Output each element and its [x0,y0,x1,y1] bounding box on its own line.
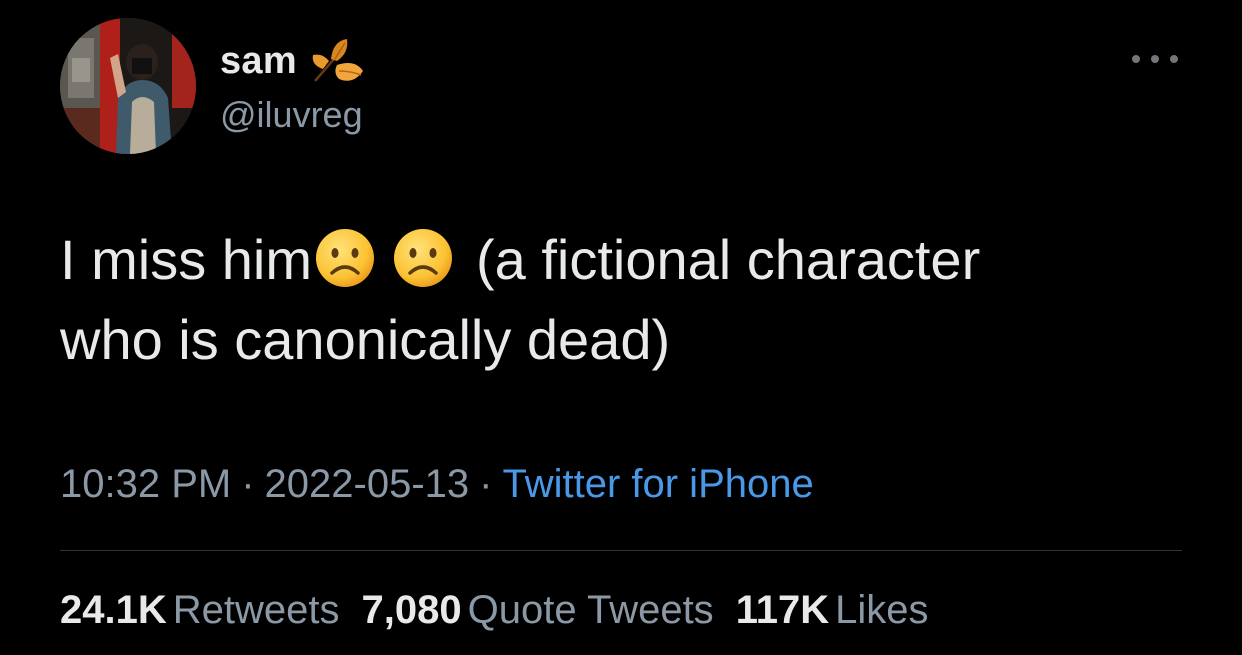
tweet-text: I miss him (a fictional character who is … [60,220,1180,380]
tweet-detail: sam @iluvreg I miss him (a fictional char… [0,0,1242,655]
autumn-leaves-icon [309,35,367,87]
more-dot [1132,55,1140,63]
quote-tweets-label: Quote Tweets [467,588,714,632]
likes-count: 117K [735,588,830,632]
more-dot [1170,55,1178,63]
more-options-icon[interactable] [1132,48,1178,70]
tweet-date[interactable]: 2022-05-13 [265,462,470,506]
meta-separator: · [241,462,255,506]
meta-separator: · [479,462,493,506]
divider [60,550,1182,551]
more-dot [1151,55,1159,63]
avatar[interactable] [60,18,196,154]
quote-tweets-count: 7,080 [361,588,462,632]
engagement-stats: 24.1K Retweets 7,080 Quote Tweets 117K Likes [60,588,951,633]
author-handle[interactable]: @iluvreg [220,94,363,136]
author-name-row: sam [220,36,367,86]
display-name[interactable]: sam [220,40,297,83]
quote-tweets-stat[interactable]: 7,080 Quote Tweets [362,588,714,632]
tweet-text-start: I miss him [60,228,312,291]
likes-label: Likes [835,588,929,632]
tweet-text-line-2: who is canonically dead) [60,308,671,371]
tweet-text-end: (a fictional character [476,228,981,291]
frowning-face-icon [314,227,376,289]
retweets-count: 24.1K [60,588,167,632]
likes-stat[interactable]: 117K Likes [736,588,929,632]
tweet-time[interactable]: 10:32 PM [60,462,231,506]
retweets-stat[interactable]: 24.1K Retweets [60,588,340,632]
retweets-label: Retweets [172,588,340,632]
frowning-face-icon [392,227,454,289]
tweet-metadata: 10:32 PM · 2022-05-13 · Twitter for iPhone [60,462,814,507]
tweet-text-line-1: I miss him (a fictional character [60,220,1180,300]
tweet-source-link[interactable]: Twitter for iPhone [502,462,813,506]
